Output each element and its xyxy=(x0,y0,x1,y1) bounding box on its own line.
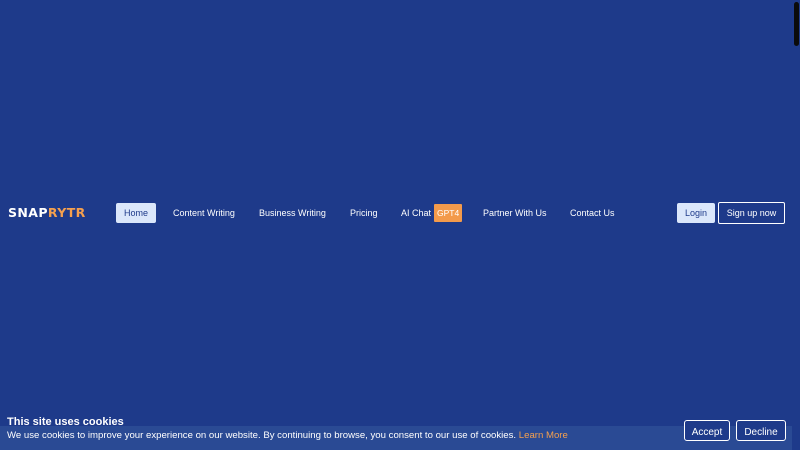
gpt4-badge: GPT4 xyxy=(434,204,463,222)
accept-cookies-button[interactable]: Accept xyxy=(684,420,730,441)
nav-item-business-writing[interactable]: Business Writing xyxy=(259,203,326,223)
cookie-banner-title: This site uses cookies xyxy=(7,416,124,428)
nav-item-content-writing[interactable]: Content Writing xyxy=(173,203,235,223)
logo-part-rytr: RYTR xyxy=(47,205,86,220)
nav-item-home[interactable]: Home xyxy=(116,203,157,223)
nav-item-ai-chat[interactable]: AI Chat GPT4 xyxy=(401,203,463,223)
decline-cookies-button[interactable]: Decline xyxy=(736,420,786,441)
learn-more-link[interactable]: Learn More xyxy=(519,430,568,441)
cookie-banner: This site uses cookies We use cookies to… xyxy=(0,415,792,450)
scrollbar-thumb[interactable] xyxy=(794,2,799,46)
nav-item-contact-us[interactable]: Contact Us xyxy=(570,203,615,223)
signup-button[interactable]: Sign up now xyxy=(718,202,785,224)
logo-part-snap: SNAP xyxy=(8,205,48,220)
login-button[interactable]: Login xyxy=(677,203,715,223)
page: SNAP RYTR Home Content Writing Business W… xyxy=(0,0,800,450)
cookie-banner-message-row: We use cookies to improve your experienc… xyxy=(7,430,568,441)
logo[interactable]: SNAP RYTR xyxy=(8,205,86,221)
nav-item-pricing[interactable]: Pricing xyxy=(350,203,378,223)
cookie-banner-message: We use cookies to improve your experienc… xyxy=(7,430,517,441)
nav-item-ai-chat-label: AI Chat xyxy=(401,208,432,218)
vertical-scrollbar[interactable] xyxy=(792,0,800,450)
top-navbar: SNAP RYTR Home Content Writing Business W… xyxy=(0,200,792,226)
nav-item-partner-with-us[interactable]: Partner With Us xyxy=(483,203,547,223)
